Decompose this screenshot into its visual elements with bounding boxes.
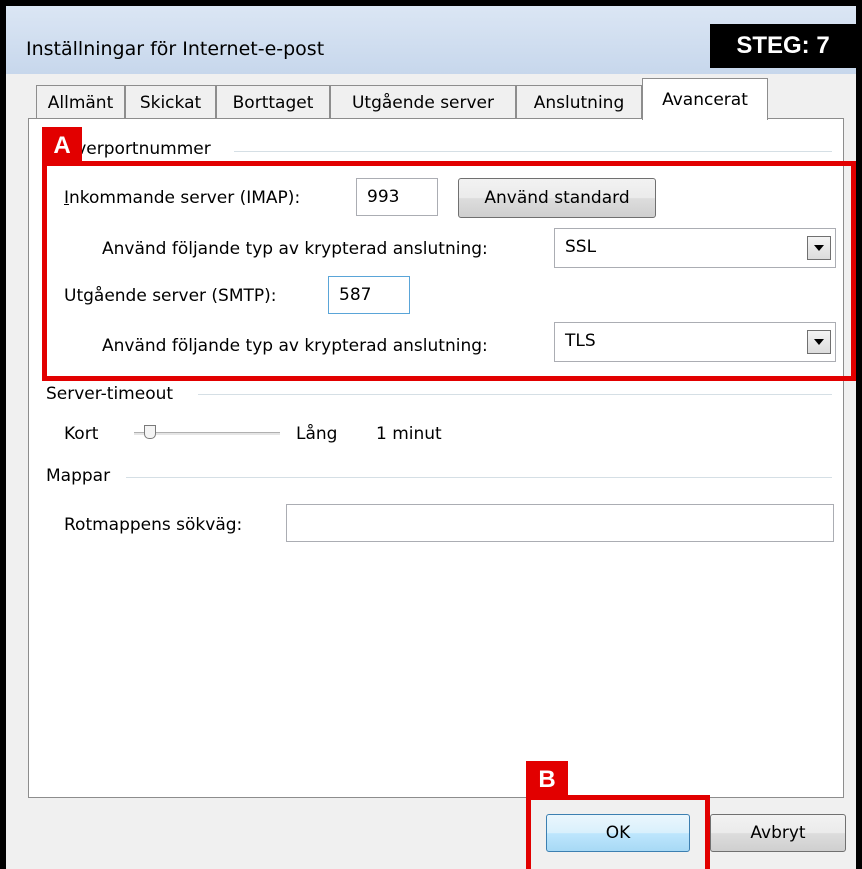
- group-label-server-timeout: Server-timeout: [46, 384, 174, 404]
- group-label-folders: Mappar: [46, 466, 111, 486]
- timeout-value: 1 minut: [376, 424, 442, 444]
- annotation-label-a: A: [42, 127, 82, 165]
- group-divider: [198, 394, 832, 395]
- tab-skickat[interactable]: Skickat: [125, 85, 216, 119]
- timeout-short-label: Kort: [64, 424, 99, 444]
- tab-avancerat[interactable]: Avancerat: [642, 78, 768, 120]
- root-path-label: Rotmappens sökväg:: [64, 515, 243, 535]
- group-divider: [234, 151, 832, 152]
- tab-anslutning[interactable]: Anslutning: [516, 85, 642, 119]
- root-path-input[interactable]: [286, 504, 834, 542]
- cancel-button[interactable]: Avbryt: [710, 814, 846, 852]
- group-divider: [126, 477, 832, 478]
- tab-allmant[interactable]: Allmänt: [36, 85, 125, 119]
- annotation-label-b: B: [526, 761, 568, 799]
- annotation-box-b: [526, 795, 710, 869]
- frame-right: [856, 0, 862, 869]
- timeout-slider-thumb[interactable]: [144, 425, 156, 439]
- tab-borttaget[interactable]: Borttaget: [216, 85, 330, 119]
- tab-utgaende-server[interactable]: Utgående server: [330, 85, 516, 119]
- timeout-long-label: Lång: [296, 424, 338, 444]
- step-badge: STEG: 7: [710, 24, 856, 68]
- window-title: Inställningar för Internet-e-post: [26, 38, 325, 60]
- annotation-box-a: [42, 161, 856, 381]
